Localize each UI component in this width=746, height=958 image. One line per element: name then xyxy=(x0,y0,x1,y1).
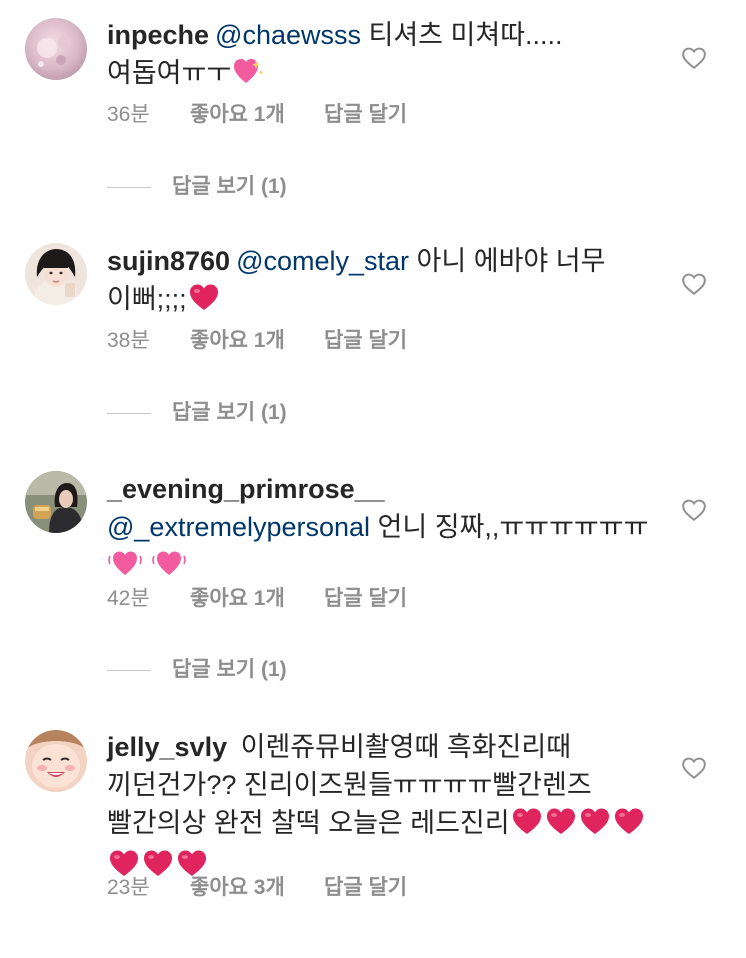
like-heart-icon[interactable] xyxy=(681,271,707,297)
comment-time: 42분 xyxy=(107,587,150,610)
comment-text: sujin8760 @comely_star 아니 에바야 너무 이뻐;;;; xyxy=(107,242,652,322)
view-replies-label[interactable]: 답글 보기 (1) xyxy=(172,658,287,681)
comment-username[interactable]: sujin8760 xyxy=(107,246,230,276)
red-heart-icon xyxy=(545,806,577,846)
comment-mention[interactable]: @_extremelypersonal xyxy=(107,512,370,542)
comment-likes[interactable]: 좋아요 1개 xyxy=(190,100,324,130)
comment-likes[interactable]: 좋아요 3개 xyxy=(190,873,324,903)
comment-likes[interactable]: 좋아요 1개 xyxy=(190,584,324,614)
comment-meta: 42분 좋아요 1개 답글 달기 xyxy=(107,584,407,614)
comment-mention[interactable]: @chaewsss xyxy=(215,20,361,50)
red-heart-icon xyxy=(511,806,543,846)
beating-heart-icon xyxy=(108,548,142,588)
comment-text: _evening_primrose__ @_extremelypersonal 언… xyxy=(107,470,652,588)
red-heart-icon xyxy=(613,806,645,846)
like-heart-icon[interactable] xyxy=(681,45,707,71)
comment-username[interactable]: inpeche xyxy=(107,20,209,50)
sparkling-heart-icon xyxy=(232,56,264,96)
avatar[interactable] xyxy=(25,730,87,792)
comment-time: 38분 xyxy=(107,329,150,352)
view-replies-button[interactable]: 답글 보기 (1) xyxy=(107,172,287,202)
comment-username[interactable]: jelly_svly xyxy=(107,732,227,762)
replies-divider xyxy=(107,186,151,188)
replies-divider xyxy=(107,669,151,671)
reply-button[interactable]: 답글 달기 xyxy=(324,326,407,356)
comment-meta: 38분 좋아요 1개 답글 달기 xyxy=(107,326,407,356)
reply-button[interactable]: 답글 달기 xyxy=(324,873,407,903)
comment-text: inpeche @chaewsss 티셔츠 미쳐따..... 여돕여ㅠㅜ xyxy=(107,16,652,96)
replies-divider xyxy=(107,412,151,414)
reply-button[interactable]: 답글 달기 xyxy=(324,584,407,614)
comment-likes[interactable]: 좋아요 1개 xyxy=(190,326,324,356)
like-heart-icon[interactable] xyxy=(681,497,707,523)
view-replies-label[interactable]: 답글 보기 (1) xyxy=(172,175,287,198)
comment-text: jelly_svly 이렌쥬뮤비촬영때 흑화진리때 끼던건가?? 진리이즈뭔들ㅠ… xyxy=(107,728,652,888)
comment-meta: 23분 좋아요 3개 답글 달기 xyxy=(107,873,407,903)
comment-username[interactable]: _evening_primrose__ xyxy=(107,474,385,504)
reply-button[interactable]: 답글 달기 xyxy=(324,100,407,130)
red-heart-icon xyxy=(579,806,611,846)
avatar[interactable] xyxy=(25,18,87,80)
beating-heart-icon xyxy=(151,548,186,588)
comment-time: 36분 xyxy=(107,103,150,126)
view-replies-label[interactable]: 답글 보기 (1) xyxy=(172,401,287,424)
view-replies-button[interactable]: 답글 보기 (1) xyxy=(107,655,287,685)
like-heart-icon[interactable] xyxy=(681,755,707,781)
comment-body: 언니 징짜,,ㅠㅠㅠㅠㅠㅠ xyxy=(370,512,649,542)
view-replies-button[interactable]: 답글 보기 (1) xyxy=(107,398,287,428)
red-heart-icon xyxy=(188,282,220,322)
comment-time: 23분 xyxy=(107,876,150,899)
avatar[interactable] xyxy=(25,471,87,533)
comment-meta: 36분 좋아요 1개 답글 달기 xyxy=(107,100,407,130)
comment-mention[interactable]: @comely_star xyxy=(236,246,409,276)
avatar[interactable] xyxy=(25,243,87,305)
